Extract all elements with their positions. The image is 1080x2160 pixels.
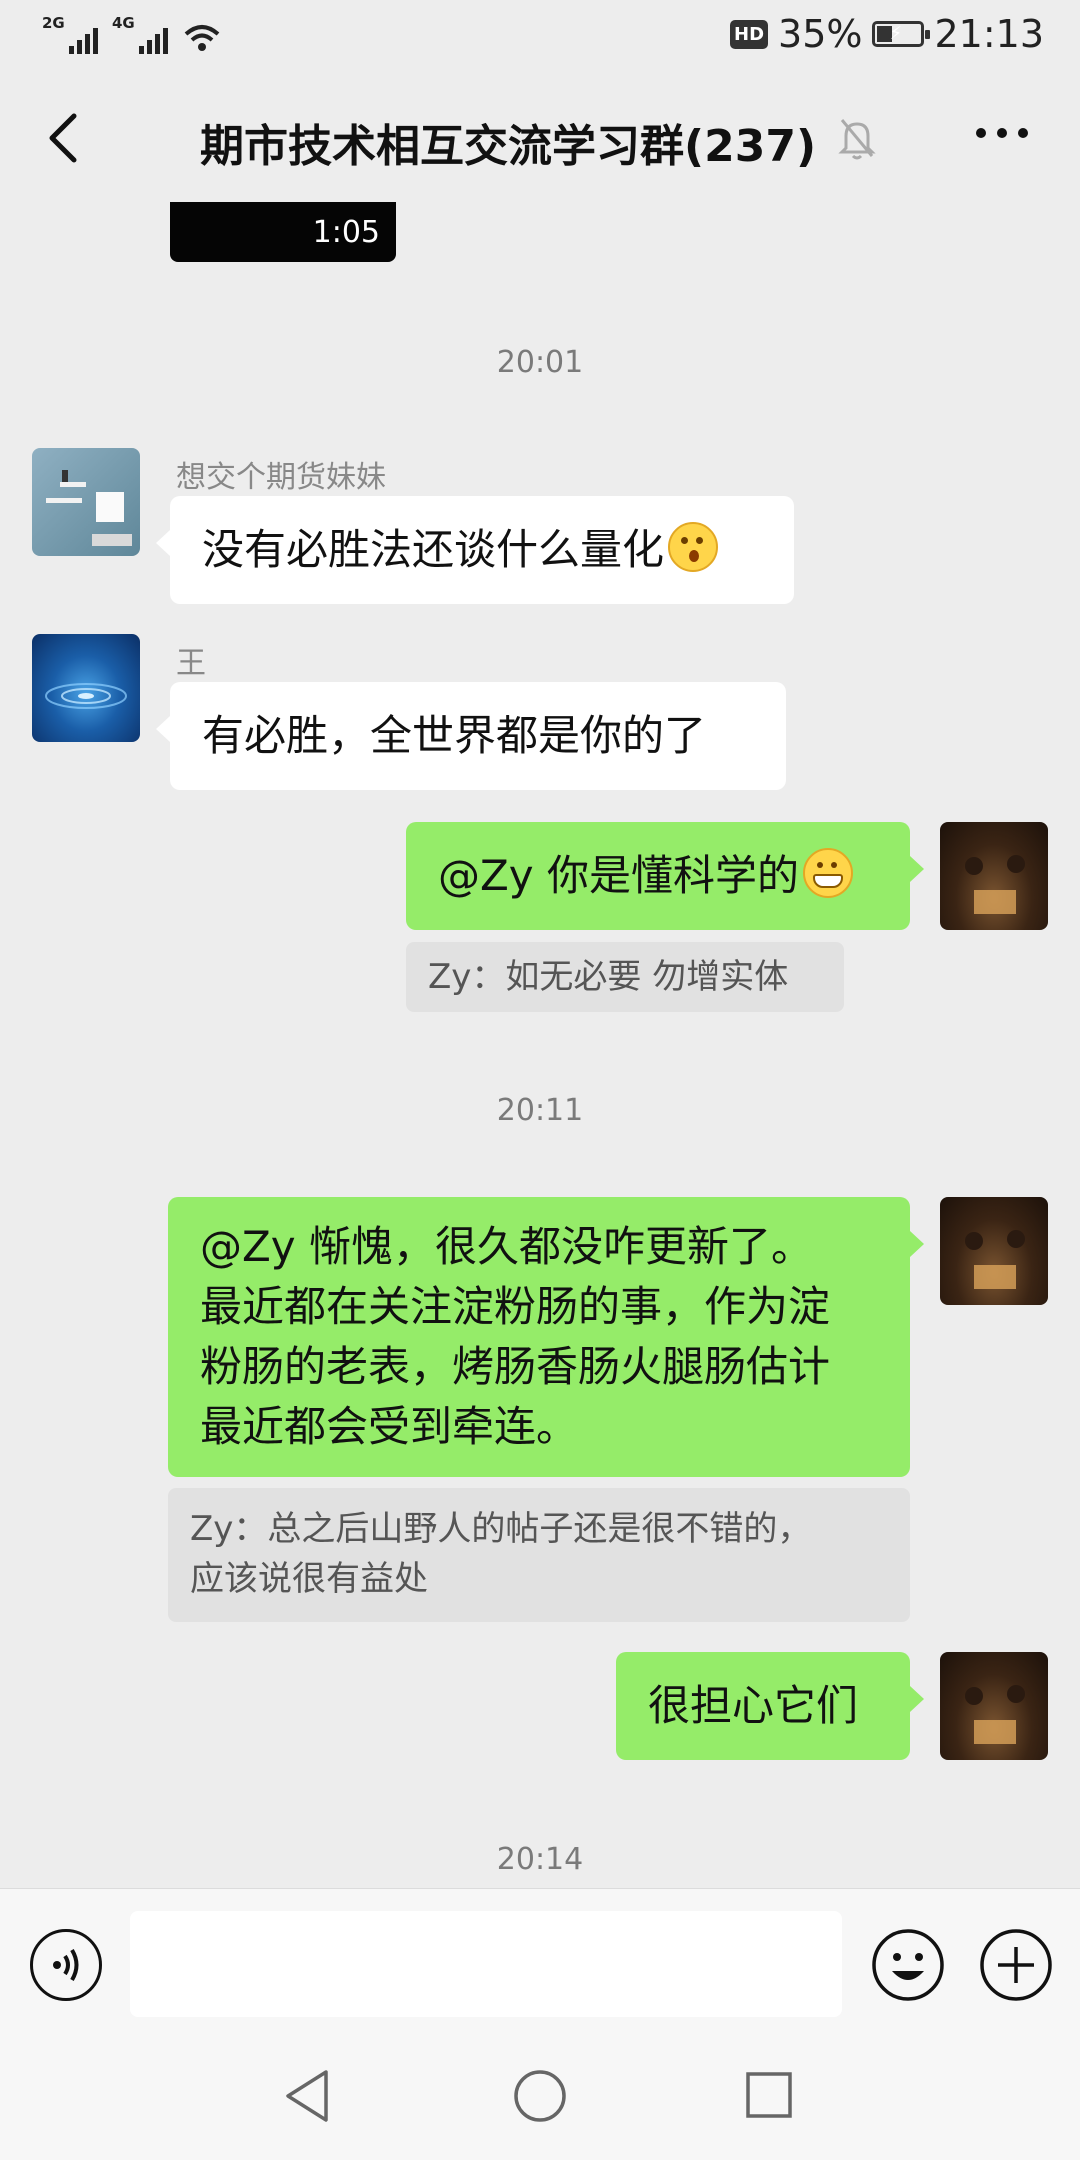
system-navigation-bar [0, 2038, 1080, 2160]
nav-recents-button[interactable] [744, 2068, 794, 2128]
back-button[interactable] [40, 108, 90, 168]
astonished-emoji-icon [668, 522, 719, 572]
avatar-self[interactable] [940, 1652, 1048, 1760]
quote-text-line: Zy：总之后山野人的帖子还是很不错的， [190, 1509, 812, 1549]
message-text: 很担心它们 [648, 1681, 859, 1730]
quote-text-line: 应该说很有益处 [190, 1559, 428, 1599]
nav-home-button[interactable] [512, 2068, 568, 2128]
video-message-thumbnail[interactable]: 1:05 [170, 202, 396, 262]
chat-header: 期市技术相互交流学习群(237) [0, 72, 1080, 202]
message-bubble[interactable]: 有必胜，全世界都是你的了 [156, 682, 786, 790]
battery-icon: ⚡ [872, 21, 931, 47]
sender-name: 王 [176, 646, 206, 681]
quoted-reply[interactable]: Zy：如无必要 勿增实体 [406, 942, 844, 1012]
emoji-button[interactable] [870, 1927, 946, 2003]
voice-icon [53, 1948, 79, 1982]
circle-home-icon [514, 2070, 566, 2122]
message-input-bar [0, 1888, 1080, 2039]
message-bubble[interactable]: 没有必胜法还谈什么量化 [156, 496, 794, 604]
signal-icon-sim2: 4G [112, 14, 168, 54]
nav-back-button[interactable] [282, 2068, 332, 2128]
avatar[interactable] [32, 634, 140, 742]
avatar-self[interactable] [940, 1197, 1048, 1305]
video-duration: 1:05 [312, 215, 380, 250]
grin-emoji-icon [802, 848, 853, 898]
smiley-icon [872, 1929, 944, 2001]
hd-badge: HD [730, 19, 769, 49]
square-recents-icon [746, 2072, 792, 2118]
message-text-line: 粉肠的老表，烤肠香肠火腿肠估计 [200, 1342, 831, 1391]
more-options-button[interactable] [976, 128, 1028, 138]
quoted-reply[interactable]: Zy：总之后山野人的帖子还是很不错的， 应该说很有益处 [168, 1488, 910, 1622]
chevron-left-icon [49, 113, 77, 163]
more-functions-button[interactable] [978, 1927, 1054, 2003]
triangle-back-icon [286, 2070, 328, 2122]
timestamp: 20:01 [496, 345, 584, 380]
message-text: 没有必胜法还谈什么量化 [202, 525, 665, 574]
sender-name: 想交个期货妹妹 [176, 460, 386, 495]
message-text: 有必胜，全世界都是你的了 [202, 711, 707, 760]
timestamp: 20:11 [496, 1093, 584, 1128]
wifi-icon [184, 25, 220, 51]
message-text-line: 最近都会受到牵连。 [200, 1402, 579, 1451]
plus-icon [980, 1929, 1052, 2001]
voice-input-button[interactable] [30, 1929, 102, 2001]
status-bar: 2G 4G HD 35% ⚡ 21:13 [0, 0, 1080, 72]
avatar[interactable] [32, 448, 140, 556]
clock: 21:13 [934, 12, 1044, 56]
timestamp: 20:14 [496, 1842, 584, 1877]
message-text-field[interactable] [130, 1911, 842, 2017]
message-list[interactable]: 1:05 20:01 想交个期货妹妹 没有必胜法还谈什么量化 王 有必胜，全世界… [0, 202, 1080, 1888]
battery-percent: 35% [778, 12, 863, 56]
page-title: 期市技术相互交流学习群(237) [200, 121, 817, 172]
quote-text: Zy：如无必要 勿增实体 [428, 957, 789, 997]
avatar-self[interactable] [940, 822, 1048, 930]
message-bubble-self[interactable]: @Zy 惭愧，很久都没咋更新了。 最近都在关注淀粉肠的事，作为淀 粉肠的老表，烤… [168, 1197, 924, 1477]
message-bubble-self[interactable]: 很担心它们 [616, 1652, 924, 1760]
mute-bell-icon [838, 116, 876, 164]
message-text-line: 最近都在关注淀粉肠的事，作为淀 [200, 1282, 831, 1331]
message-text: @Zy 你是懂科学的 [438, 851, 799, 900]
signal-icon-sim1: 2G [42, 14, 98, 54]
message-text-line: @Zy 惭愧，很久都没咋更新了。 [200, 1222, 813, 1271]
message-bubble-self[interactable]: @Zy 你是懂科学的 [406, 822, 924, 930]
